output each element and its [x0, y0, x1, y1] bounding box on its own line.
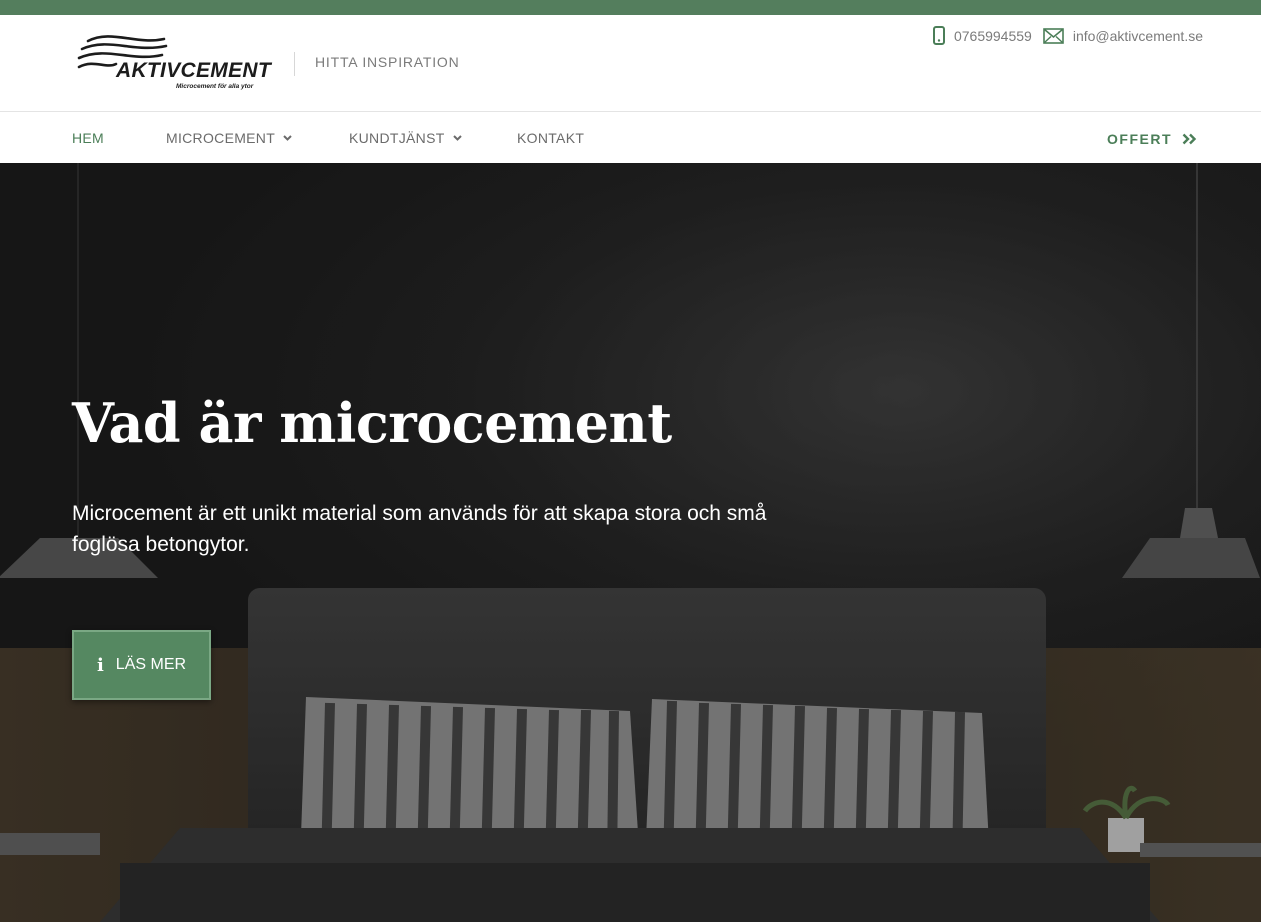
- logo-tagline: Microcement för alla ytor: [176, 83, 254, 90]
- nav-item-microcement[interactable]: MICROCEMENT: [166, 130, 292, 146]
- inspiration-link[interactable]: HITTA INSPIRATION: [315, 54, 460, 70]
- phone-link[interactable]: 0765994559: [932, 26, 1032, 45]
- hero-section: Vad är microcement Microcement är ett un…: [0, 163, 1261, 922]
- hero-title: Vad är microcement: [72, 391, 672, 455]
- double-chevron-right-icon: [1182, 133, 1197, 145]
- email-address: info@aktivcement.se: [1072, 27, 1203, 44]
- header-divider: [294, 52, 295, 76]
- logo[interactable]: AKTIVCEMENT Microcement för alla ytor: [76, 31, 271, 97]
- email-link[interactable]: info@aktivcement.se: [1043, 28, 1203, 44]
- nav-item-label: HEM: [72, 130, 105, 146]
- nav-item-kontakt[interactable]: KONTAKT: [517, 130, 584, 146]
- chevron-down-icon: [283, 135, 292, 141]
- info-icon: i: [96, 654, 104, 676]
- nav-item-label: KUNDTJÄNST: [349, 130, 445, 146]
- nav-item-kundtjanst[interactable]: KUNDTJÄNST: [349, 130, 462, 146]
- offert-button[interactable]: OFFERT: [1107, 131, 1197, 147]
- nav-item-label: MICROCEMENT: [166, 130, 276, 146]
- logo-wordmark: AKTIVCEMENT: [116, 59, 271, 82]
- phone-number: 0765994559: [953, 27, 1032, 44]
- mail-icon: [1043, 27, 1064, 44]
- nav-item-label: KONTAKT: [517, 130, 585, 146]
- read-more-label: LÄS MER: [115, 656, 187, 673]
- contact-info: 0765994559 info@aktivcement.se: [923, 26, 1203, 45]
- site-header: AKTIVCEMENT Microcement för alla ytor HI…: [0, 15, 1261, 112]
- top-accent-strip: [0, 0, 1261, 15]
- offert-label: OFFERT: [1107, 131, 1172, 147]
- read-more-button[interactable]: i LÄS MER: [72, 630, 211, 700]
- nav-item-hem[interactable]: HEM: [72, 130, 104, 146]
- phone-icon: [932, 26, 945, 45]
- hero-description: Microcement är ett unikt material som an…: [72, 502, 767, 556]
- main-nav: HEM MICROCEMENT KUNDTJÄNST KONTAKT OFFER…: [0, 113, 1261, 163]
- chevron-down-icon: [452, 135, 462, 141]
